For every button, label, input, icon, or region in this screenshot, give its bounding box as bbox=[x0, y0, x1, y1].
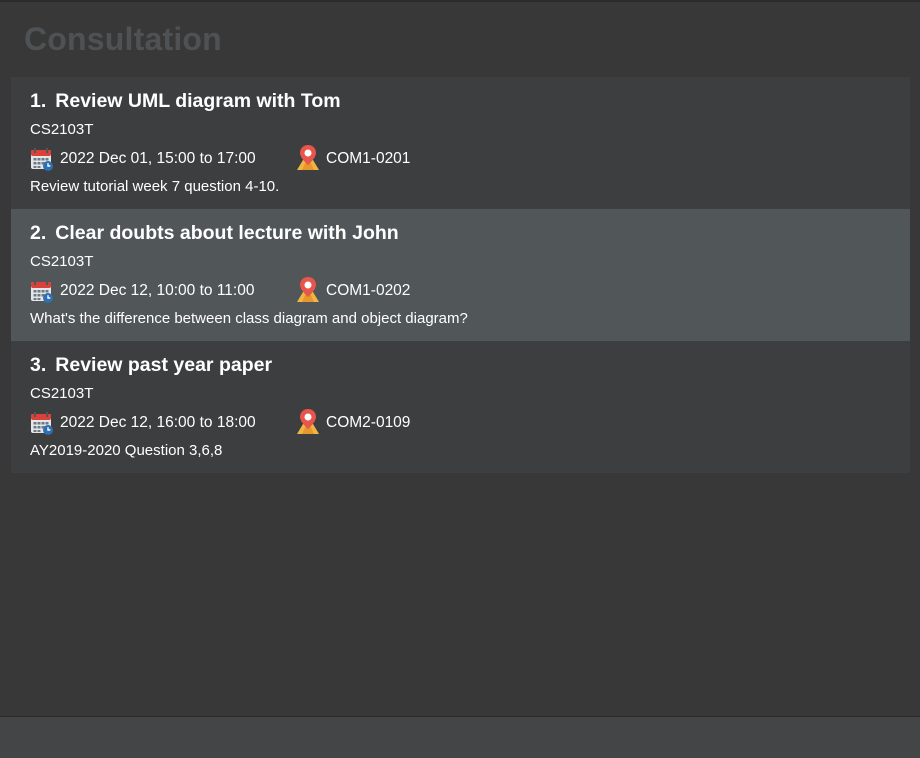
module-code: CS2103T bbox=[30, 253, 94, 270]
consultation-title-text: Review UML diagram with Tom bbox=[55, 90, 341, 112]
consultation-datetime: 2022 Dec 01, 15:00 to 17:00 bbox=[60, 150, 256, 167]
consultation-index: 1. bbox=[30, 90, 47, 112]
consultation-index: 2. bbox=[30, 222, 47, 244]
calendar-icon bbox=[31, 412, 53, 435]
meta-row: 2022 Dec 12, 10:00 to 11:00 COM1-0202 bbox=[30, 277, 630, 304]
status-bar bbox=[0, 716, 920, 758]
consultation-card-selected[interactable]: 2. Clear doubts about lecture with John C… bbox=[11, 209, 910, 341]
consultation-title-text: Review past year paper bbox=[55, 354, 273, 376]
window-top-border bbox=[0, 0, 920, 2]
consultation-title: 1. Review UML diagram with Tom bbox=[30, 89, 341, 113]
location-pin-icon bbox=[297, 277, 319, 302]
consultation-datetime: 2022 Dec 12, 16:00 to 18:00 bbox=[60, 414, 256, 431]
meta-row: 2022 Dec 01, 15:00 to 17:00 COM1-0201 bbox=[30, 145, 630, 172]
consultation-title-text: Clear doubts about lecture with John bbox=[55, 222, 399, 244]
module-code: CS2103T bbox=[30, 121, 94, 138]
calendar-icon bbox=[31, 280, 53, 303]
consultation-title: 3. Review past year paper bbox=[30, 353, 272, 377]
consultation-description: What's the difference between class diag… bbox=[30, 310, 468, 327]
location-pin-icon bbox=[297, 409, 319, 434]
consultation-card[interactable]: 1. Review UML diagram with Tom CS2103T 20… bbox=[11, 77, 910, 209]
consultation-description: AY2019-2020 Question 3,6,8 bbox=[30, 442, 223, 459]
location-pin-icon bbox=[297, 145, 319, 170]
consultation-card[interactable]: 3. Review past year paper CS2103T 2022 De… bbox=[11, 341, 910, 473]
consultation-location: COM2-0109 bbox=[326, 414, 411, 431]
meta-row: 2022 Dec 12, 16:00 to 18:00 COM2-0109 bbox=[30, 409, 630, 436]
calendar-icon bbox=[31, 148, 53, 171]
consultation-index: 3. bbox=[30, 354, 47, 376]
consultation-location: COM1-0201 bbox=[326, 150, 411, 167]
page-title: Consultation bbox=[24, 21, 222, 57]
consultation-datetime: 2022 Dec 12, 10:00 to 11:00 bbox=[60, 282, 255, 299]
module-code: CS2103T bbox=[30, 385, 94, 402]
consultation-title: 2. Clear doubts about lecture with John bbox=[30, 221, 399, 245]
consultation-location: COM1-0202 bbox=[326, 282, 411, 299]
consultation-description: Review tutorial week 7 question 4-10. bbox=[30, 178, 280, 195]
consultation-list[interactable]: 1. Review UML diagram with Tom CS2103T 20… bbox=[11, 77, 910, 473]
